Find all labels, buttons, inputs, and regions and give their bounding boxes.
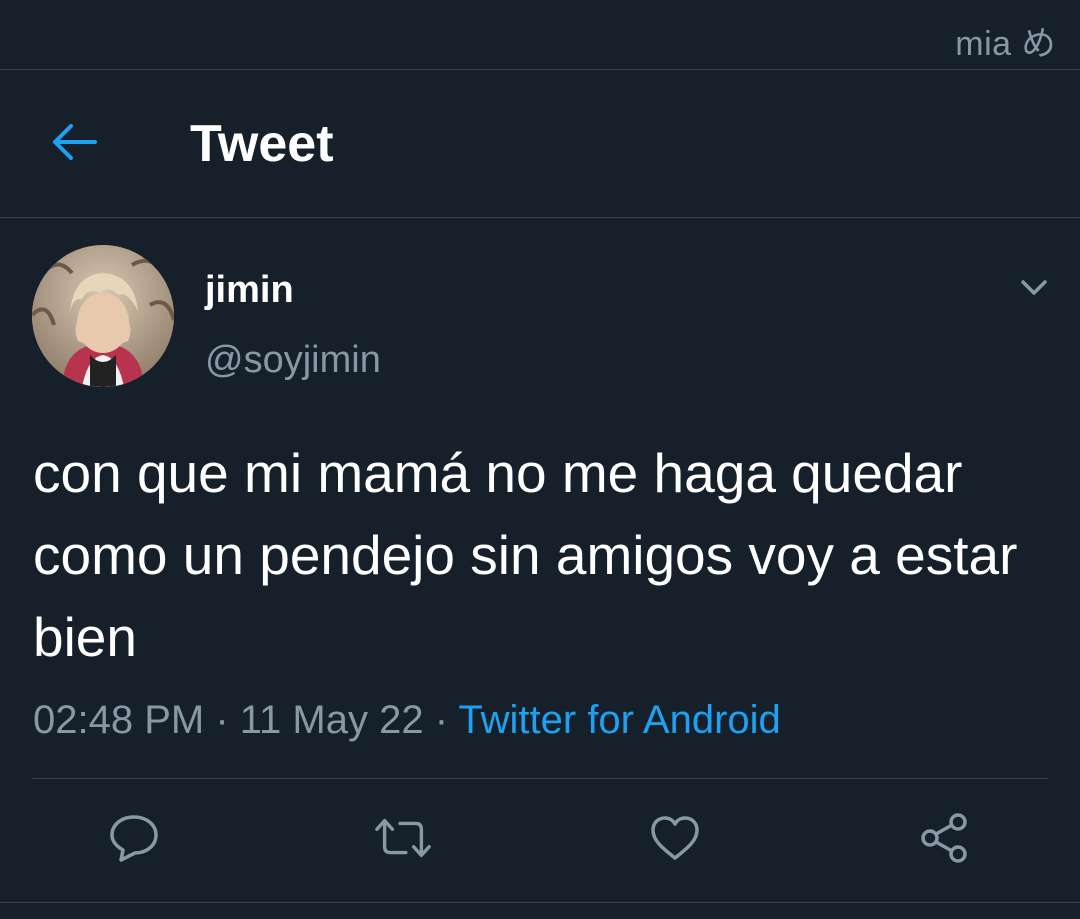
more-options-button[interactable] <box>1014 268 1054 308</box>
divider <box>32 778 1048 779</box>
tweet-time: 02:48 PM <box>33 698 205 742</box>
tweet-text: con que mi mamá no me haga quedar como u… <box>33 442 1018 668</box>
action-bar <box>0 808 1080 868</box>
bottom-divider <box>0 902 1080 903</box>
avatar[interactable] <box>32 245 174 387</box>
tweet-meta: 02:48 PM · 11 May 22 · Twitter for Andro… <box>33 695 781 745</box>
meta-separator: · <box>204 698 240 742</box>
reply-icon <box>110 815 158 862</box>
chevron-down-icon <box>1021 280 1047 295</box>
arrow-left-icon <box>53 124 97 160</box>
page-title: Tweet <box>190 115 334 173</box>
retweet-icon <box>375 818 431 858</box>
watermark: mia め <box>955 25 1056 63</box>
status-bar: mia め <box>0 0 1080 70</box>
tweet: jimin @soyjimin con que mi mamá no me ha… <box>0 218 1080 919</box>
display-name[interactable]: jimin <box>205 266 294 314</box>
like-button[interactable] <box>645 808 705 868</box>
meta-separator: · <box>423 698 459 742</box>
reply-button[interactable] <box>104 808 164 868</box>
user-handle[interactable]: @soyjimin <box>205 336 381 384</box>
share-icon <box>921 813 967 863</box>
avatar-photo <box>32 245 174 387</box>
header: Tweet <box>0 70 1080 218</box>
like-icon <box>651 816 699 860</box>
share-button[interactable] <box>914 808 974 868</box>
retweet-button[interactable] <box>373 808 433 868</box>
back-button[interactable] <box>44 112 104 172</box>
tweet-date: 11 May 22 <box>239 698 424 742</box>
tweet-source-link[interactable]: Twitter for Android <box>458 698 780 742</box>
